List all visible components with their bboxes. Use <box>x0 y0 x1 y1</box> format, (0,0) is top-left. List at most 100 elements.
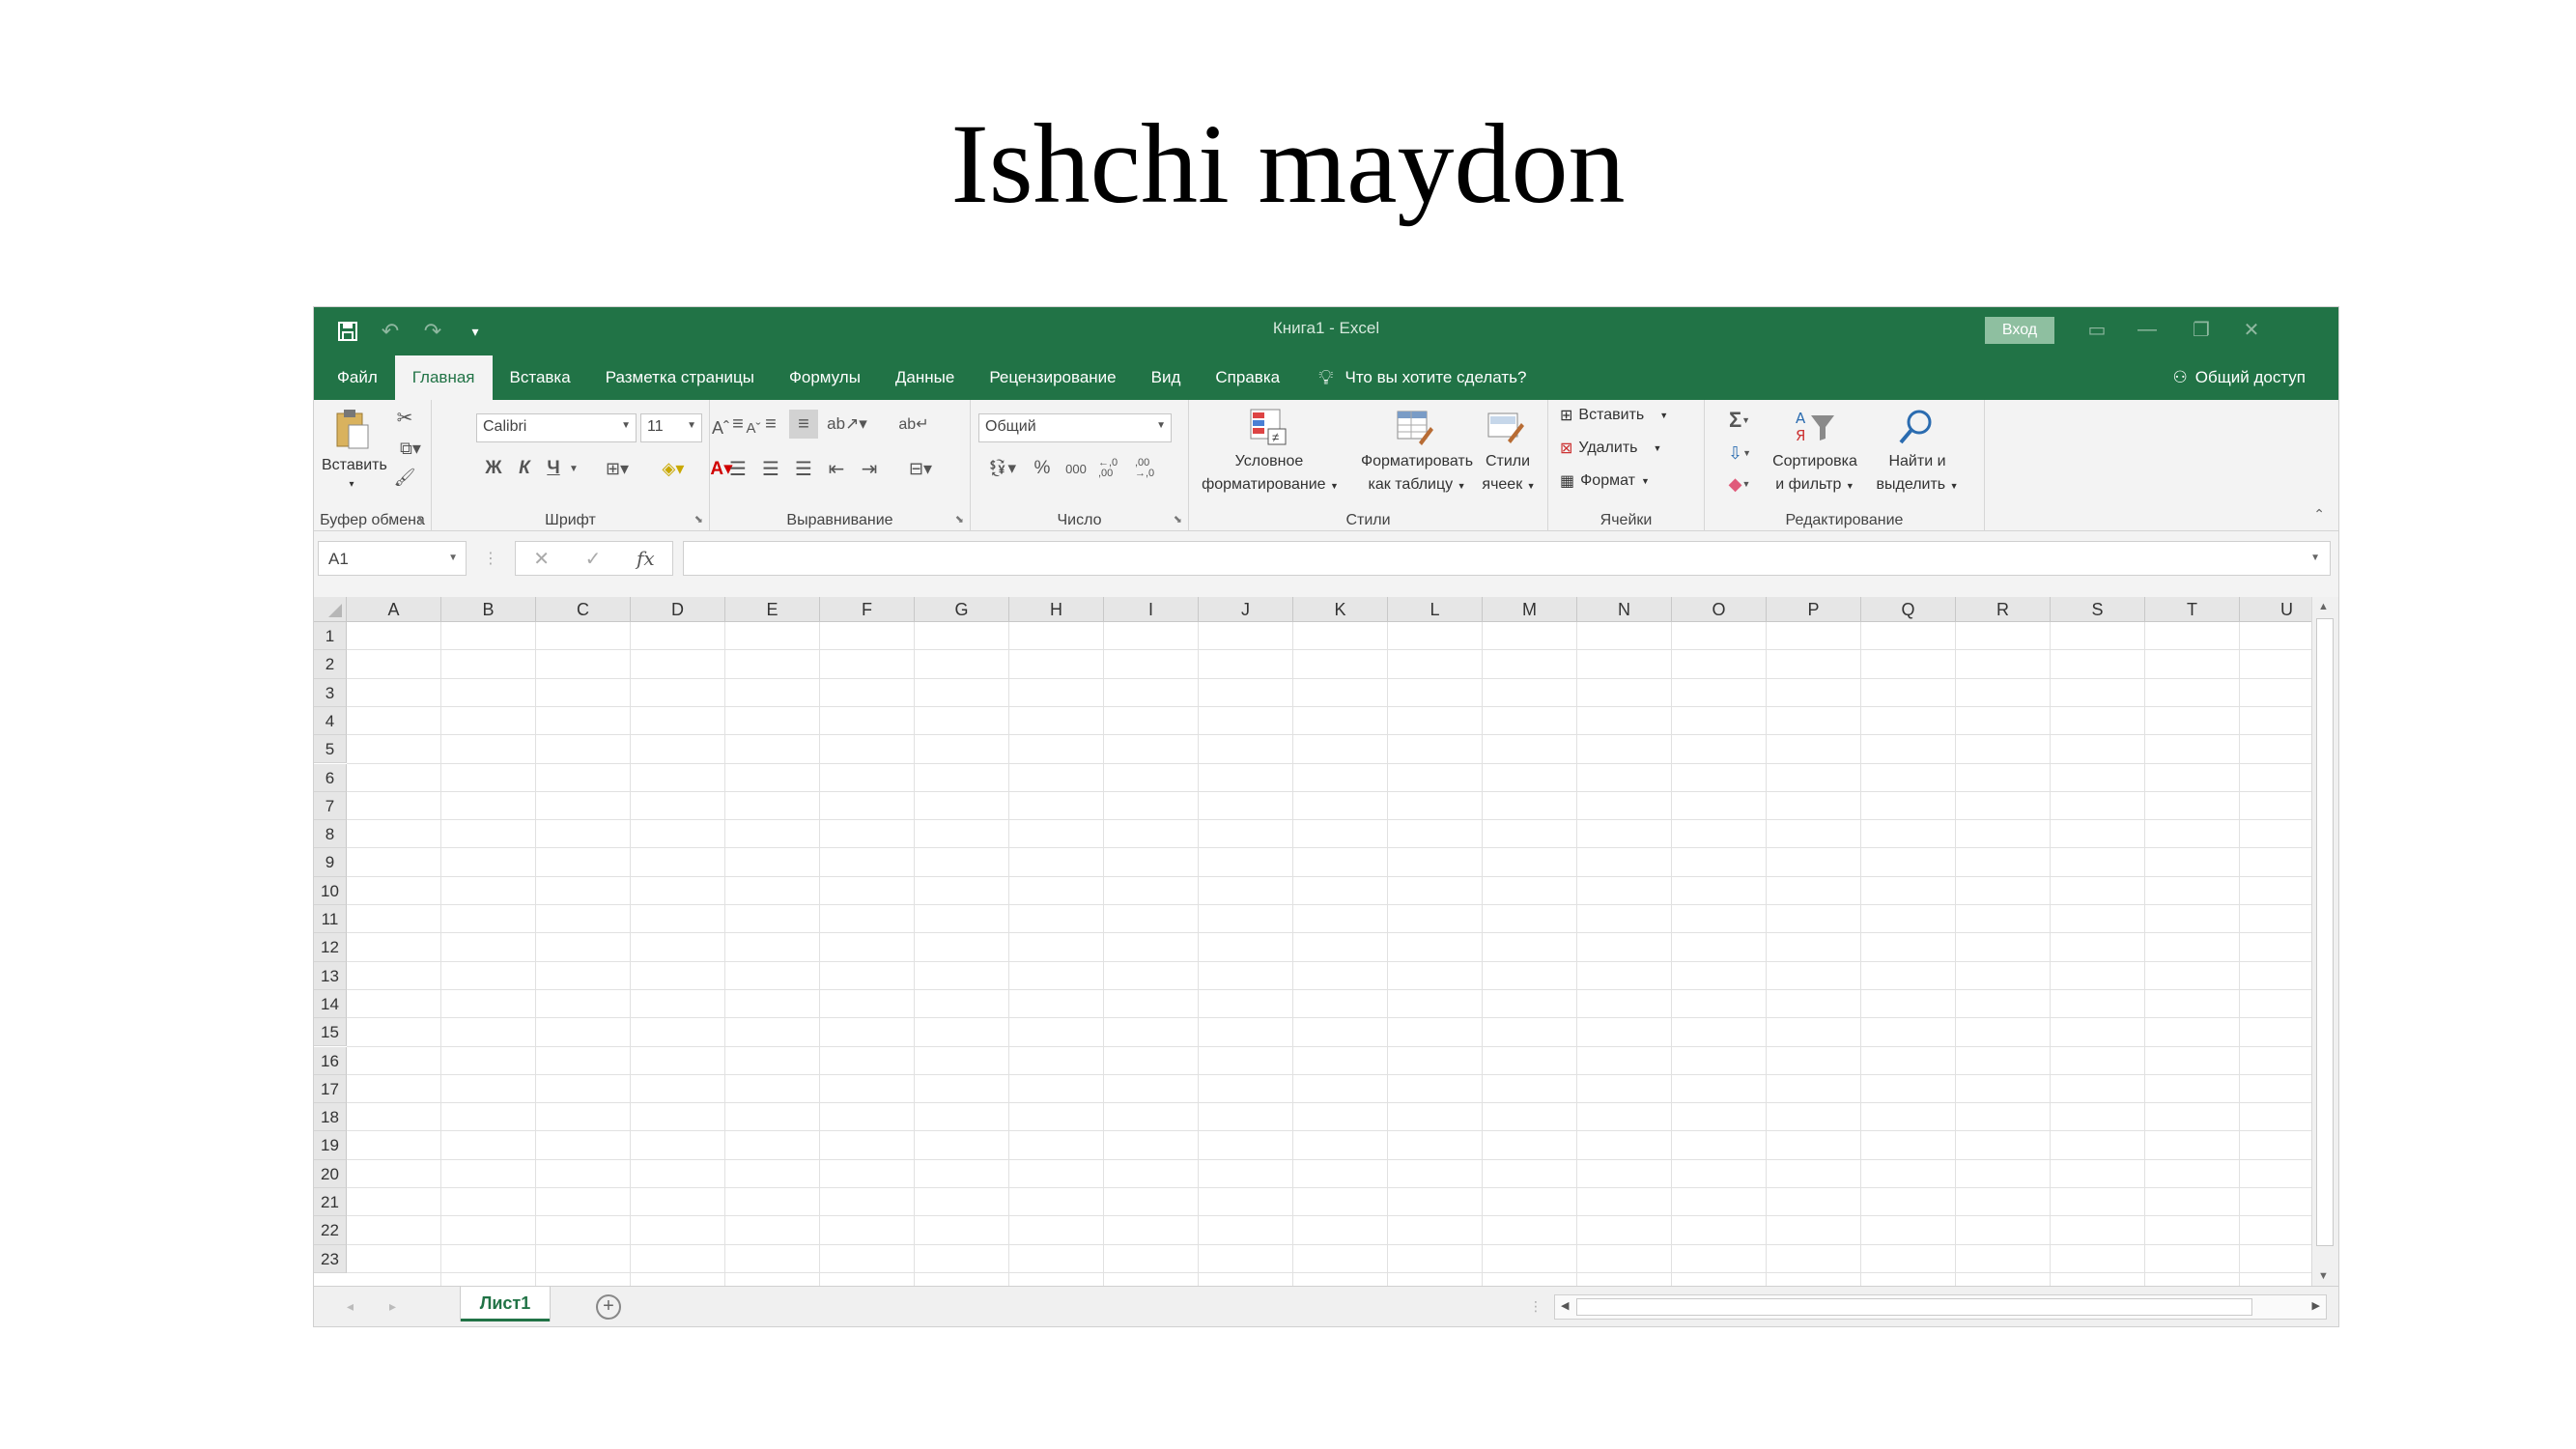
italic-button[interactable]: К <box>513 454 536 483</box>
tab-splitter[interactable]: ⋮ <box>1529 1298 1543 1315</box>
accounting-format-icon[interactable]: 💱︎▾ <box>978 454 1025 483</box>
tab-insert[interactable]: Вставка <box>493 355 588 400</box>
column-header-j[interactable]: J <box>1199 597 1293 622</box>
clear-icon[interactable]: ◆ ▼ <box>1718 469 1761 498</box>
confirm-entry-icon[interactable]: ✓ <box>585 547 602 571</box>
number-format-select[interactable]: Общий ▼ <box>978 413 1172 442</box>
tell-me-search[interactable]: 💡︎ Что вы хотите сделать? <box>1297 365 1526 390</box>
tab-help[interactable]: Справка <box>1198 355 1297 400</box>
select-all-button[interactable] <box>314 597 347 622</box>
scroll-left-icon[interactable]: ◀ <box>1561 1299 1569 1312</box>
bold-button[interactable]: Ж <box>482 454 505 483</box>
tab-page-layout[interactable]: Разметка страницы <box>588 355 772 400</box>
column-header-e[interactable]: E <box>725 597 820 622</box>
align-bottom-icon[interactable]: ≡ <box>789 410 818 439</box>
font-launcher-icon[interactable]: ⬊ <box>694 513 703 526</box>
borders-icon[interactable]: ⊞▾ <box>596 454 638 483</box>
column-header-t[interactable]: T <box>2145 597 2240 622</box>
row-header-9[interactable]: 9 <box>314 848 347 877</box>
vertical-scroll-thumb[interactable] <box>2316 618 2334 1246</box>
scroll-up-icon[interactable]: ▲ <box>2318 601 2329 612</box>
autosum-icon[interactable]: Σ ▼ <box>1718 406 1761 435</box>
row-header-8[interactable]: 8 <box>314 820 347 849</box>
font-name-select[interactable]: Calibri ▼ <box>476 413 637 442</box>
row-header-7[interactable]: 7 <box>314 791 347 821</box>
row-header-1[interactable]: 1 <box>314 622 347 651</box>
fill-down-icon[interactable]: ⇩ ▼ <box>1718 439 1761 468</box>
column-header-b[interactable]: B <box>441 597 536 622</box>
paste-icon[interactable] <box>333 408 372 450</box>
fill-color-icon[interactable]: ◈▾ <box>652 454 694 483</box>
merge-center-icon[interactable]: ⊟▾ <box>899 454 942 483</box>
cancel-entry-icon[interactable]: ✕ <box>533 547 550 571</box>
row-header-5[interactable]: 5 <box>314 735 347 764</box>
delete-cells-button[interactable]: ⊠ Удалить ▼ <box>1560 439 1661 458</box>
column-header-u[interactable]: U <box>2240 597 2311 622</box>
column-header-g[interactable]: G <box>915 597 1009 622</box>
format-painter-icon[interactable]: 🖌︎ <box>391 464 418 491</box>
row-header-20[interactable]: 20 <box>314 1159 347 1188</box>
row-header-16[interactable]: 16 <box>314 1046 347 1075</box>
tab-data[interactable]: Данные <box>878 355 972 400</box>
align-left-icon[interactable]: ☰ <box>723 454 752 483</box>
percent-button[interactable]: % <box>1029 454 1056 483</box>
thousands-button[interactable]: 000 <box>1058 454 1094 483</box>
row-header-12[interactable]: 12 <box>314 933 347 962</box>
column-header-c[interactable]: C <box>536 597 631 622</box>
column-header-i[interactable]: I <box>1104 597 1199 622</box>
decrease-decimal-icon[interactable]: ,00 →,0 <box>1135 454 1168 483</box>
column-header-o[interactable]: O <box>1672 597 1767 622</box>
minimize-icon[interactable]: — <box>2128 315 2166 344</box>
row-header-3[interactable]: 3 <box>314 678 347 707</box>
column-header-m[interactable]: M <box>1483 597 1577 622</box>
underline-button[interactable]: Ч <box>542 454 565 483</box>
orientation-icon[interactable]: ab↗▾ <box>826 410 868 439</box>
tab-view[interactable]: Вид <box>1134 355 1199 400</box>
align-middle-icon[interactable]: ≡ <box>756 410 785 439</box>
column-header-q[interactable]: Q <box>1861 597 1956 622</box>
alignment-launcher-icon[interactable]: ⬊ <box>955 513 964 526</box>
clipboard-launcher-icon[interactable]: ⬊ <box>416 513 425 526</box>
scroll-right-icon[interactable]: ▶ <box>2312 1299 2320 1312</box>
horizontal-scrollbar[interactable]: ◀ ▶ <box>1554 1294 2327 1320</box>
tab-home[interactable]: Главная <box>394 355 493 400</box>
column-header-l[interactable]: L <box>1388 597 1483 622</box>
decrease-indent-icon[interactable]: ⇤ <box>822 454 851 483</box>
column-header-a[interactable]: A <box>347 597 441 622</box>
row-header-19[interactable]: 19 <box>314 1131 347 1160</box>
column-header-p[interactable]: P <box>1767 597 1861 622</box>
wrap-text-icon[interactable]: ab↵ <box>898 410 928 439</box>
previous-sheet-icon[interactable]: ◂ <box>347 1298 354 1315</box>
increase-decimal-icon[interactable]: ←,0 ,00 <box>1098 454 1131 483</box>
tab-review[interactable]: Рецензирование <box>972 355 1133 400</box>
tab-file[interactable]: Файл <box>320 355 395 400</box>
column-header-s[interactable]: S <box>2051 597 2145 622</box>
column-header-n[interactable]: N <box>1577 597 1672 622</box>
row-header-14[interactable]: 14 <box>314 989 347 1019</box>
row-header-18[interactable]: 18 <box>314 1103 347 1132</box>
column-header-d[interactable]: D <box>631 597 725 622</box>
next-sheet-icon[interactable]: ▸ <box>389 1298 396 1315</box>
format-cells-button[interactable]: ▦ Формат ▼ <box>1560 471 1650 491</box>
row-header-11[interactable]: 11 <box>314 905 347 934</box>
vertical-scrollbar[interactable]: ▲ ▼ <box>2311 597 2338 1286</box>
row-header-17[interactable]: 17 <box>314 1074 347 1104</box>
sheet-tab[interactable]: Лист1 <box>461 1287 550 1321</box>
collapse-ribbon-icon[interactable]: ⌃ <box>2313 506 2325 523</box>
row-header-4[interactable]: 4 <box>314 706 347 736</box>
row-header-10[interactable]: 10 <box>314 876 347 905</box>
insert-function-button[interactable]: fx <box>637 547 655 570</box>
worksheet-grid[interactable]: A B C D E F G H I J K L M N O P Q R S T U 1 2 3 4 5 6 7 8 9 10 11 12 13 14… <box>314 597 2311 1286</box>
formula-bar-splitter[interactable]: ⋮ <box>483 549 498 568</box>
column-header-h[interactable]: H <box>1009 597 1104 622</box>
cut-icon[interactable]: ✂ <box>391 404 418 431</box>
signin-button[interactable]: Вход <box>1985 317 2054 344</box>
tab-formulas[interactable]: Формулы <box>772 355 878 400</box>
align-center-icon[interactable]: ☰ <box>756 454 785 483</box>
row-header-13[interactable]: 13 <box>314 961 347 990</box>
paste-dropdown-icon[interactable]: ▾ <box>322 473 382 496</box>
restore-icon[interactable]: ❐ <box>2182 315 2221 344</box>
column-header-k[interactable]: K <box>1293 597 1388 622</box>
horizontal-scroll-thumb[interactable] <box>1576 1298 2252 1316</box>
copy-icon[interactable]: ⧉▾ <box>391 435 430 462</box>
